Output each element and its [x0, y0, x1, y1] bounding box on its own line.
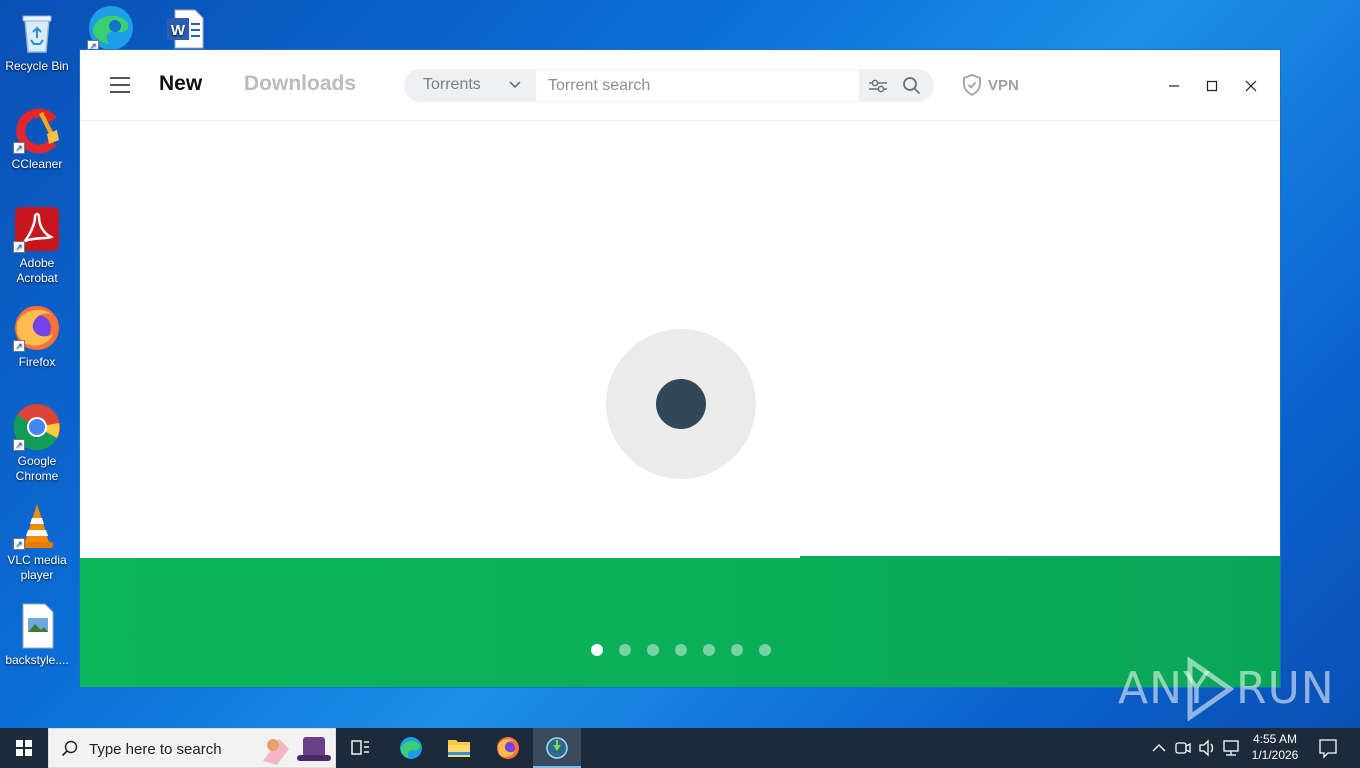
- promo-banner: [80, 556, 1280, 687]
- shortcut-arrow-icon: ↗: [13, 538, 25, 550]
- desktop-icon-label: Google Chrome: [15, 454, 59, 483]
- search-icon: [61, 740, 78, 757]
- word-document-icon: W: [161, 4, 209, 52]
- watermark-text-run: RUN: [1236, 663, 1335, 714]
- taskbar: Type here to search 4:55 AM 1/1/2026: [0, 728, 1360, 768]
- ccleaner-icon: ↗: [13, 106, 61, 154]
- vpn-label: VPN: [988, 77, 1019, 94]
- carousel-dot-3[interactable]: [647, 644, 659, 656]
- notifications-icon[interactable]: [1316, 728, 1340, 768]
- desktop-icon-label: backstyle....: [5, 653, 69, 667]
- shortcut-arrow-icon: ↗: [13, 241, 25, 253]
- desktop-icon-backstyle-file[interactable]: backstyle....: [0, 602, 74, 668]
- torrent-app-icon: [546, 737, 568, 759]
- task-view-button[interactable]: [336, 728, 384, 768]
- svg-text:W: W: [171, 22, 186, 39]
- firefox-icon: [497, 737, 519, 759]
- search-highlight-illustration-icon: [263, 737, 331, 765]
- desktop-icon-label: Recycle Bin: [5, 59, 69, 73]
- desktop-icon-vlc-media-player[interactable]: ↗ VLC media player: [0, 502, 74, 583]
- desktop-icon-label: VLC media player: [7, 553, 67, 582]
- shield-check-icon: [963, 74, 981, 96]
- desktop-icon-label: Firefox: [18, 355, 56, 369]
- shortcut-arrow-icon: ↗: [13, 340, 25, 352]
- edge-icon: [400, 737, 422, 759]
- carousel-dot-6[interactable]: [731, 644, 743, 656]
- carousel-dot-5[interactable]: [703, 644, 715, 656]
- recycle-bin-icon: [13, 8, 61, 56]
- firefox-icon: ↗: [13, 304, 61, 352]
- tab-downloads[interactable]: Downloads: [244, 72, 356, 96]
- adobe-acrobat-icon: ↗: [13, 205, 61, 253]
- desktop-icon-ccleaner[interactable]: ↗ CCleaner: [0, 106, 74, 172]
- desktop-icon-edge[interactable]: ↗: [74, 4, 148, 55]
- filter-sliders-icon[interactable]: [868, 77, 888, 95]
- taskbar-search-box[interactable]: Type here to search: [48, 728, 336, 768]
- search-bar: Torrents: [404, 69, 934, 102]
- loading-spinner: [606, 329, 756, 479]
- category-select-value: Torrents: [423, 76, 481, 93]
- anyrun-watermark: ANY RUN: [1118, 655, 1334, 725]
- tab-new[interactable]: New: [159, 72, 202, 96]
- search-icon[interactable]: [902, 76, 921, 95]
- carousel-dot-1[interactable]: [591, 644, 603, 656]
- carousel-dot-7[interactable]: [759, 644, 771, 656]
- desktop-icon-adobe-acrobat[interactable]: ↗ Adobe Acrobat: [0, 205, 74, 286]
- desktop-icon-label: Adobe Acrobat: [16, 256, 58, 285]
- folder-icon: [448, 740, 470, 757]
- taskbar-torrent-app[interactable]: [533, 728, 581, 768]
- taskbar-clock[interactable]: 4:55 AM 1/1/2026: [1238, 731, 1312, 763]
- taskbar-file-explorer[interactable]: [435, 728, 483, 768]
- play-triangle-icon: [1187, 657, 1235, 721]
- desktop-icon-firefox[interactable]: ↗ Firefox: [0, 304, 74, 370]
- edge-icon: ↗: [87, 4, 135, 52]
- taskbar-search-placeholder: Type here to search: [89, 741, 222, 758]
- carousel-dot-4[interactable]: [675, 644, 687, 656]
- meet-now-camera-icon[interactable]: [1173, 728, 1193, 768]
- volume-icon[interactable]: [1197, 728, 1217, 768]
- app-title-bar: New Downloads Torrents Torrent search VP…: [80, 50, 1280, 121]
- hamburger-menu-icon[interactable]: [110, 77, 130, 93]
- close-icon[interactable]: [1239, 74, 1263, 98]
- taskbar-edge[interactable]: [387, 728, 435, 768]
- loading-spinner-dot: [656, 379, 706, 429]
- carousel-dot-2[interactable]: [619, 644, 631, 656]
- desktop-icon-word-document[interactable]: W: [148, 4, 222, 55]
- vlc-cone-icon: ↗: [13, 502, 61, 550]
- windows-logo-icon: [16, 740, 32, 756]
- app-window: New Downloads Torrents Torrent search VP…: [79, 49, 1281, 688]
- clock-date: 1/1/2026: [1251, 748, 1299, 762]
- desktop-icon-label: CCleaner: [11, 157, 63, 171]
- task-view-icon: [351, 740, 369, 755]
- taskbar-firefox[interactable]: [484, 728, 532, 768]
- search-input-wrapper: [535, 69, 860, 102]
- desktop-icon-google-chrome[interactable]: ↗ Google Chrome: [0, 403, 74, 484]
- banner-top-edge: [80, 556, 800, 558]
- google-chrome-icon: ↗: [13, 403, 61, 451]
- desktop-icon-recycle-bin[interactable]: Recycle Bin: [0, 8, 74, 74]
- image-file-icon: [13, 602, 61, 650]
- main-content: [80, 122, 1280, 557]
- show-hidden-icons-chevron-up-icon[interactable]: [1150, 728, 1168, 768]
- torrent-search-input[interactable]: [548, 76, 848, 96]
- clock-time: 4:55 AM: [1252, 732, 1298, 746]
- chevron-down-icon: [509, 81, 521, 89]
- shortcut-arrow-icon: ↗: [13, 439, 25, 451]
- category-select[interactable]: Torrents: [404, 69, 535, 102]
- start-button[interactable]: [0, 728, 48, 768]
- minimize-icon[interactable]: [1162, 74, 1186, 98]
- shortcut-arrow-icon: ↗: [13, 142, 25, 154]
- maximize-icon[interactable]: [1200, 74, 1224, 98]
